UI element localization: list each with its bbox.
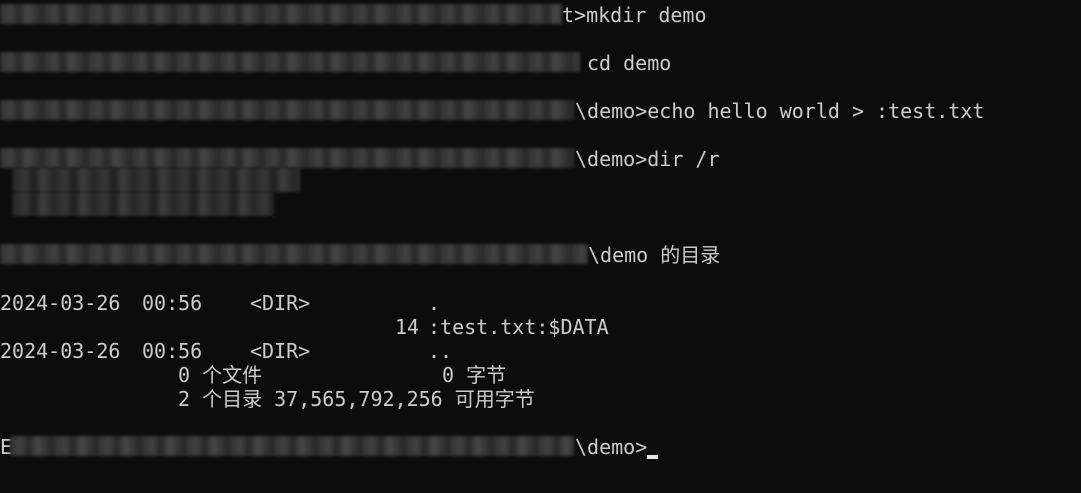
- prompt-text: \demo>: [575, 147, 648, 171]
- redacted-path: [10, 436, 574, 456]
- redacted-volume-info: [12, 192, 274, 216]
- directory-header: \demo 的目录: [588, 243, 721, 267]
- prompt-text: t>: [562, 3, 587, 27]
- command-line: \demo>dir /r: [575, 146, 720, 172]
- terminal-window[interactable]: t>mkdir demo cd demo \demo>echo hello wo…: [0, 0, 1081, 493]
- current-prompt[interactable]: \demo>: [575, 434, 659, 460]
- redacted-path: [0, 52, 580, 72]
- command-text: echo hello world > :test.txt: [647, 99, 985, 123]
- summary-file-count: 0 个文件: [178, 363, 263, 387]
- prompt-text: \demo>: [575, 99, 648, 123]
- prompt-text: \demo>: [575, 435, 648, 459]
- text-cursor: [647, 455, 659, 459]
- dir-entry: 2024-03-26: [0, 339, 121, 363]
- dir-entry-time: 00:56: [142, 339, 203, 363]
- command-text: mkdir demo: [586, 3, 707, 27]
- dir-entry-name: ..: [428, 339, 453, 363]
- dir-entry: 2024-03-26: [0, 291, 121, 315]
- redacted-path: [0, 148, 574, 168]
- command-line: cd demo: [587, 50, 671, 76]
- command-text: dir /r: [647, 147, 720, 171]
- dir-entry-type: <DIR>: [250, 291, 311, 315]
- command-line: \demo>echo hello world > :test.txt: [575, 98, 984, 124]
- summary-file-bytes: 0 字节: [442, 363, 507, 387]
- summary-dir-count: 2 个目录 37,565,792,256 可用字节: [178, 387, 535, 411]
- command-line: t>mkdir demo: [562, 2, 707, 28]
- redacted-path: [0, 244, 588, 264]
- redacted-volume-info: [12, 168, 300, 192]
- redacted-path: [0, 100, 574, 120]
- dir-entry-time: 00:56: [142, 291, 203, 315]
- dir-entry-size: 14: [395, 315, 420, 339]
- dir-entry-name: .: [428, 291, 441, 315]
- redacted-path: [0, 4, 562, 24]
- dir-entry-name: :test.txt:$DATA: [428, 315, 609, 339]
- command-text: cd demo: [587, 51, 672, 75]
- dir-entry-type: <DIR>: [250, 339, 311, 363]
